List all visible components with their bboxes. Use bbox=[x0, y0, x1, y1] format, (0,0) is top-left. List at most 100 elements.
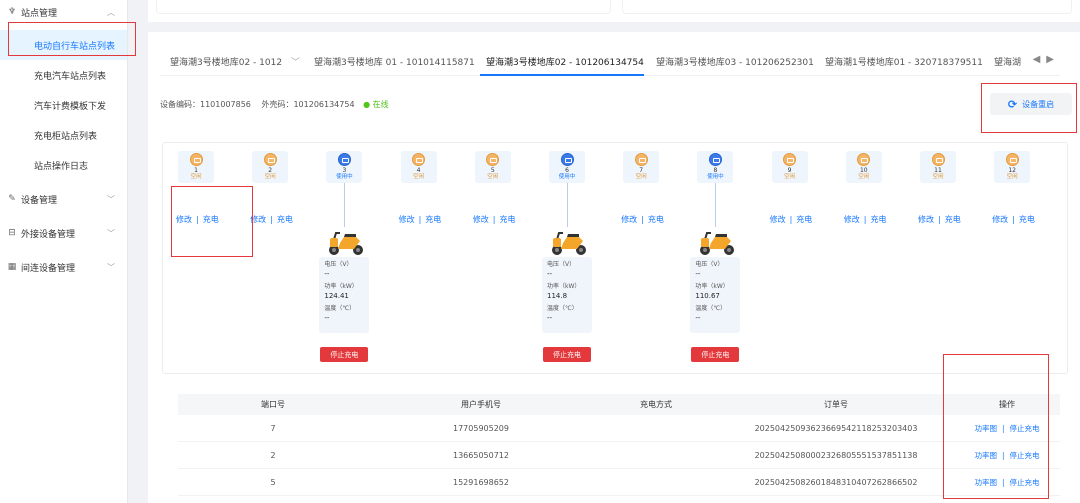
tab-active-indicator bbox=[480, 74, 644, 76]
port-number: 10 bbox=[859, 167, 868, 174]
temperature-label: 温度（℃） bbox=[324, 305, 356, 312]
caret-left-icon[interactable]: ◀ bbox=[1033, 54, 1047, 65]
port-number: 3 bbox=[342, 167, 347, 174]
header-actions: 操作 bbox=[999, 400, 1015, 409]
port-6: 6 使用中 bbox=[549, 151, 585, 183]
sidebar-item-billing-template[interactable]: 汽车计费模板下发 bbox=[0, 90, 127, 120]
port-11: 11 空闲 bbox=[920, 151, 956, 183]
header-order: 订单号 bbox=[824, 400, 848, 409]
edit-link[interactable]: 修改 bbox=[473, 215, 489, 224]
stop-charging-button[interactable]: 停止充电 bbox=[691, 347, 740, 362]
plug-icon bbox=[189, 153, 203, 166]
edit-link[interactable]: 修改 bbox=[918, 215, 934, 224]
cell-order: 20250425080002326805551537851138 bbox=[754, 450, 918, 460]
edit-icon: ✎ bbox=[8, 194, 16, 204]
tab-device-2[interactable]: 望海潮3号楼地库02 - 101206134754 bbox=[486, 55, 644, 68]
table-header: 端口号 用户手机号 充电方式 订单号 操作 bbox=[178, 394, 1060, 415]
cell-phone: 17705905209 bbox=[453, 423, 509, 433]
edit-link[interactable]: 修改 bbox=[770, 215, 786, 224]
temperature-value: -- bbox=[547, 314, 553, 322]
voltage-value: -- bbox=[547, 270, 553, 278]
cell-actions: 功率图 | 停止充电 bbox=[954, 450, 1060, 461]
cell-port: 7 bbox=[270, 423, 276, 433]
port-status: 空闲 bbox=[858, 174, 870, 180]
sidebar-item-cabinet-stations[interactable]: 充电柜站点列表 bbox=[0, 120, 127, 150]
tab-device-1[interactable]: 望海潮3号楼地库 01 - 101014115871 bbox=[314, 55, 475, 68]
plug-icon bbox=[931, 153, 945, 166]
cell-order: 20250425082601848310407262866502 bbox=[754, 477, 918, 487]
tab-device-4[interactable]: 望海潮1号楼地库01 - 320718379511 bbox=[825, 55, 983, 68]
charge-link[interactable]: 充电 bbox=[500, 215, 516, 224]
cell-order: 20250425093623669542118253203403 bbox=[754, 423, 918, 433]
power-chart-link[interactable]: 功率图 bbox=[974, 478, 997, 487]
tab-label: 望海潮3号楼地库02 - 1012 bbox=[170, 58, 283, 68]
port-5: 5 空闲 bbox=[474, 151, 511, 183]
port-number: 4 bbox=[416, 167, 421, 174]
charge-link[interactable]: 充电 bbox=[648, 215, 664, 224]
port-status: 空闲 bbox=[784, 174, 796, 180]
tab-device-3[interactable]: 望海潮3号楼地库03 - 101206252301 bbox=[656, 55, 814, 68]
charge-link[interactable]: 充电 bbox=[425, 215, 441, 224]
sidebar-item-station-log[interactable]: 站点操作日志 bbox=[0, 150, 127, 180]
plug-icon bbox=[857, 153, 871, 166]
restart-device-button[interactable]: ⟳ 设备重启 bbox=[990, 93, 1072, 115]
port-actions: 修改 | 充电 bbox=[473, 214, 516, 225]
sidebar-item-label: 电动自行车站点列表 bbox=[34, 41, 116, 52]
outer-code: 101206134754 bbox=[293, 100, 355, 109]
menu-indirect-device[interactable]: ▦ 间连设备管理 ﹀ bbox=[0, 250, 127, 284]
power-chart-link[interactable]: 功率图 bbox=[974, 451, 997, 460]
port-3: 3 使用中 bbox=[326, 151, 363, 183]
charge-link[interactable]: 充电 bbox=[796, 215, 812, 224]
outer-code-label: 外壳码： bbox=[261, 100, 294, 109]
port-status: 使用中 bbox=[336, 174, 353, 180]
charge-link[interactable]: 充电 bbox=[203, 215, 219, 224]
device-code-label: 设备编码： bbox=[160, 100, 200, 109]
edit-link[interactable]: 修改 bbox=[844, 215, 860, 224]
edit-link[interactable]: 修改 bbox=[992, 215, 1008, 224]
power-chart-link[interactable]: 功率图 bbox=[974, 424, 997, 433]
power-value: 124.41 bbox=[324, 292, 349, 300]
menu-station-management[interactable]: ♆ 站点管理 ︿ bbox=[0, 0, 127, 24]
tab-device-0[interactable]: 望海潮3号楼地库02 - 1012 ﹀ bbox=[170, 55, 300, 68]
separator: | bbox=[418, 215, 422, 224]
edit-link[interactable]: 修改 bbox=[621, 215, 637, 224]
scooter-icon bbox=[326, 225, 366, 257]
tab-device-5[interactable]: 望海湖 bbox=[994, 55, 1021, 68]
stop-charging-button[interactable]: 停止充电 bbox=[320, 347, 369, 362]
menu-label: 设备管理 bbox=[21, 195, 58, 206]
menu-device-management[interactable]: ✎ 设备管理 ﹀ bbox=[0, 182, 127, 216]
stop-charging-link[interactable]: 停止充电 bbox=[1010, 478, 1040, 487]
device-tabs: 望海潮3号楼地库02 - 1012 ﹀ 望海潮3号楼地库 01 - 101014… bbox=[160, 46, 1060, 76]
tab-label: 望海湖 bbox=[994, 58, 1022, 68]
edit-link[interactable]: 修改 bbox=[399, 215, 415, 224]
stop-charging-link[interactable]: 停止充电 bbox=[1010, 451, 1040, 460]
power-value: 110.67 bbox=[695, 292, 720, 300]
chevron-down-icon: ﹀ bbox=[290, 58, 300, 68]
cell-phone: 15291698652 bbox=[453, 477, 509, 487]
menu-external-device[interactable]: ⊟ 外接设备管理 ﹀ bbox=[0, 216, 127, 250]
port-1: 1 空闲 bbox=[178, 151, 214, 183]
edit-link[interactable]: 修改 bbox=[176, 215, 192, 224]
caret-right-icon[interactable]: ▶ bbox=[1046, 54, 1060, 65]
charge-link[interactable]: 充电 bbox=[871, 215, 887, 224]
device-panel: 望海潮3号楼地库02 - 1012 ﹀ 望海潮3号楼地库 01 - 101014… bbox=[148, 32, 1080, 503]
stop-charging-link[interactable]: 停止充电 bbox=[1010, 424, 1040, 433]
header-port: 端口号 bbox=[261, 400, 285, 409]
port-actions: 修改 | 充电 bbox=[918, 214, 961, 225]
tab-label: 望海潮3号楼地库03 - 101206252301 bbox=[656, 58, 814, 68]
charge-link[interactable]: 充电 bbox=[1019, 215, 1035, 224]
sidebar-item-label: 站点操作日志 bbox=[34, 161, 89, 172]
charge-link[interactable]: 充电 bbox=[945, 215, 961, 224]
sidebar-item-car-stations[interactable]: 充电汽车站点列表 bbox=[0, 60, 127, 90]
main-content: 望海潮3号楼地库02 - 1012 ﹀ 望海潮3号楼地库 01 - 101014… bbox=[136, 0, 1080, 503]
edit-link[interactable]: 修改 bbox=[250, 215, 266, 224]
charge-link[interactable]: 充电 bbox=[277, 215, 293, 224]
temperature-value: -- bbox=[324, 314, 330, 322]
voltage-label: 电压（V） bbox=[547, 261, 576, 268]
port-actions: 修改 | 充电 bbox=[399, 214, 442, 225]
sidebar-item-ebike-stations[interactable]: 电动自行车站点列表 bbox=[0, 30, 127, 60]
connector-line bbox=[715, 183, 717, 227]
stop-charging-button[interactable]: 停止充电 bbox=[543, 347, 591, 362]
scooter-icon bbox=[697, 225, 737, 257]
temperature-value: -- bbox=[695, 314, 701, 322]
